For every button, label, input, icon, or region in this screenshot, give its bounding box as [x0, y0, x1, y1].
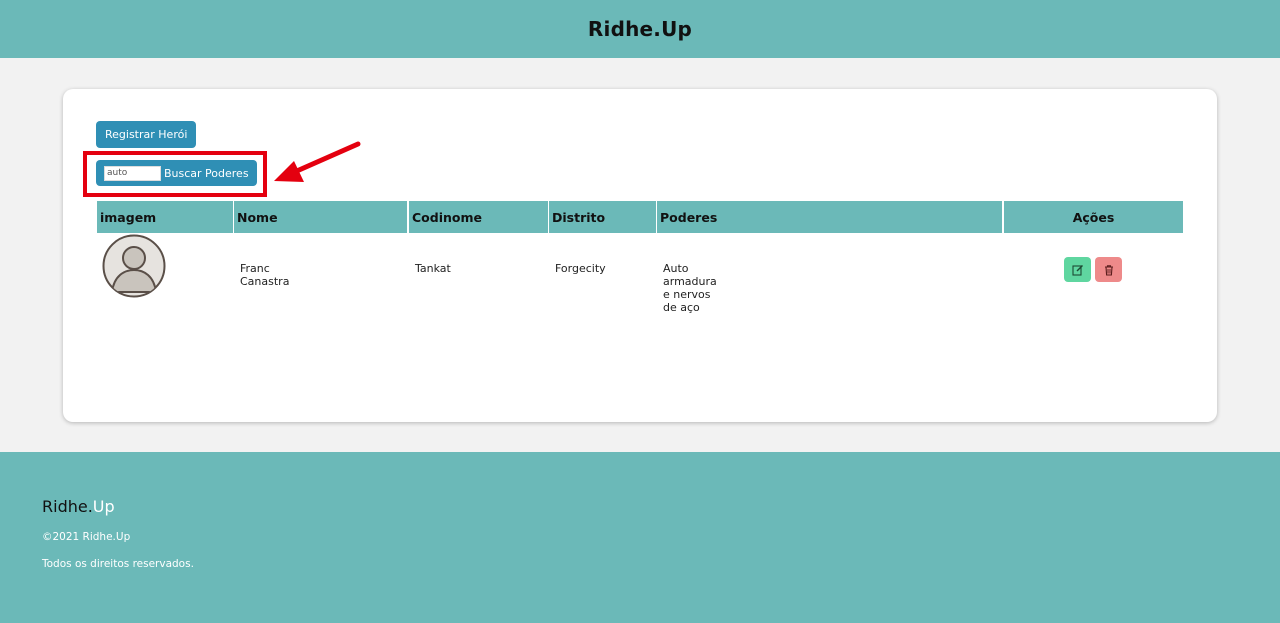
column-header-poderes: Poderes — [657, 201, 1002, 233]
footer-copyright: ©2021 Ridhe.Up — [42, 531, 131, 543]
column-header-imagem: imagem — [97, 201, 233, 233]
hero-codename: Tankat — [415, 262, 451, 275]
column-header-distrito: Distrito — [549, 201, 656, 233]
footer-brand-part2: Up — [92, 497, 115, 516]
edit-icon — [1071, 264, 1083, 276]
column-header-acoes: Ações — [1004, 201, 1183, 233]
hero-name: Franc Canastra — [240, 262, 290, 288]
edit-hero-button[interactable] — [1064, 257, 1091, 282]
footer-rights: Todos os direitos reservados. — [42, 558, 194, 570]
heroes-card: Registrar Herói Buscar Poderes — [63, 89, 1217, 422]
footer-brand-part1: Ridhe. — [42, 497, 93, 516]
hero-district: Forgecity — [555, 262, 606, 275]
trash-icon — [1104, 264, 1113, 276]
hero-powers: Auto armadura e nervos de aço — [663, 262, 717, 314]
annotation-arrow-icon — [274, 141, 361, 182]
register-hero-button[interactable]: Registrar Herói — [96, 121, 197, 148]
footer-brand: Ridhe.Up — [42, 497, 115, 516]
column-header-codinome: Codinome — [409, 201, 548, 233]
user-avatar-icon — [102, 234, 166, 298]
footer: Ridhe.Up ©2021 Ridhe.Up Todos os direito… — [0, 452, 1280, 623]
delete-hero-button[interactable] — [1095, 257, 1122, 282]
top-navbar: Ridhe.Up — [0, 0, 1280, 58]
app-title: Ridhe.Up — [587, 17, 693, 41]
annotation-highlight-box — [83, 151, 267, 197]
column-header-nome: Nome — [234, 201, 407, 233]
